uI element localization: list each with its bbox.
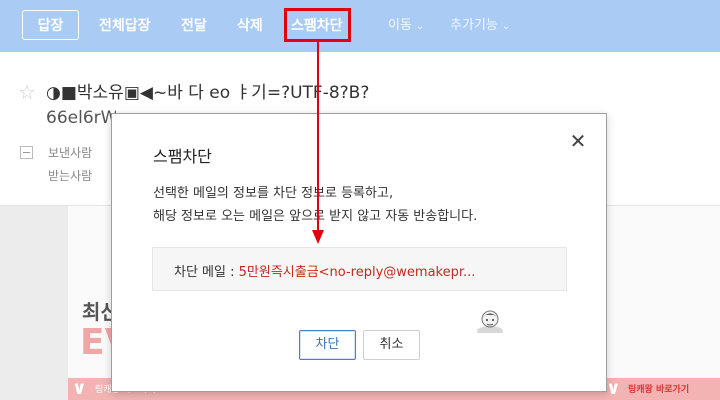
more-menu-label: 추가기능: [450, 18, 498, 33]
mail-subject: ◑■박소유▣◀~바 다 eo ㅑ기=?UTF-8?B?: [46, 83, 370, 103]
highlight-box: [284, 8, 351, 42]
block-button[interactable]: 차단: [299, 330, 356, 360]
close-icon[interactable]: ✕: [568, 131, 588, 151]
blocked-mail-text: 차단 메일 : 5만원즉시출금<no-reply@wemakepr...: [174, 261, 475, 280]
chevron-down-icon: ⌄: [415, 21, 425, 32]
chevron-down-icon: ∨: [606, 378, 621, 399]
mail-subject-continued: 66el6rW: [46, 108, 116, 128]
dialog-title: 스팸차단: [153, 147, 212, 166]
promo-strip-link-right[interactable]: 링캐왕 바로가기: [628, 382, 689, 395]
dialog-description-line2: 해당 정보로 오는 메일은 앞으로 받지 않고 자동 반송합니다.: [153, 209, 478, 224]
dialog-description: 선택한 메일의 정보를 차단 정보로 등록하고, 해당 정보로 오는 메일은 앞…: [153, 182, 477, 228]
move-menu[interactable]: 이동 ⌄: [388, 0, 424, 52]
sender-label: 보낸사람: [48, 146, 93, 160]
chevron-down-icon: ∨: [72, 378, 87, 399]
reply-all-button[interactable]: 전체답장: [99, 0, 151, 52]
move-menu-label: 이동: [388, 18, 412, 33]
cancel-button[interactable]: 취소: [363, 330, 420, 360]
mail-toolbar: 답장 전체답장 전달 삭제 스팸차단 이동 ⌄ 추가기능 ⌄: [0, 0, 720, 52]
blocked-mail-address: 5만원즉시출금<no-reply@wemakepr...: [238, 265, 476, 280]
blocked-mail-info: 차단 메일 : 5만원즉시출금<no-reply@wemakepr...: [152, 247, 567, 291]
collapse-icon[interactable]: [20, 146, 33, 159]
star-icon[interactable]: ☆: [18, 80, 36, 104]
avatar-icon: [477, 310, 503, 333]
blocked-mail-label: 차단 메일 :: [174, 265, 239, 280]
forward-button[interactable]: 전달: [181, 0, 207, 52]
recipient-label: 받는사람: [48, 169, 93, 183]
reply-button[interactable]: 답장: [22, 10, 79, 40]
chevron-down-icon: ⌄: [501, 21, 511, 32]
spam-block-dialog: 스팸차단 ✕ 선택한 메일의 정보를 차단 정보로 등록하고, 해당 정보로 오…: [111, 113, 607, 392]
dialog-description-line1: 선택한 메일의 정보를 차단 정보로 등록하고,: [153, 186, 394, 201]
more-menu[interactable]: 추가기능 ⌄: [450, 0, 510, 52]
delete-button[interactable]: 삭제: [237, 0, 263, 52]
